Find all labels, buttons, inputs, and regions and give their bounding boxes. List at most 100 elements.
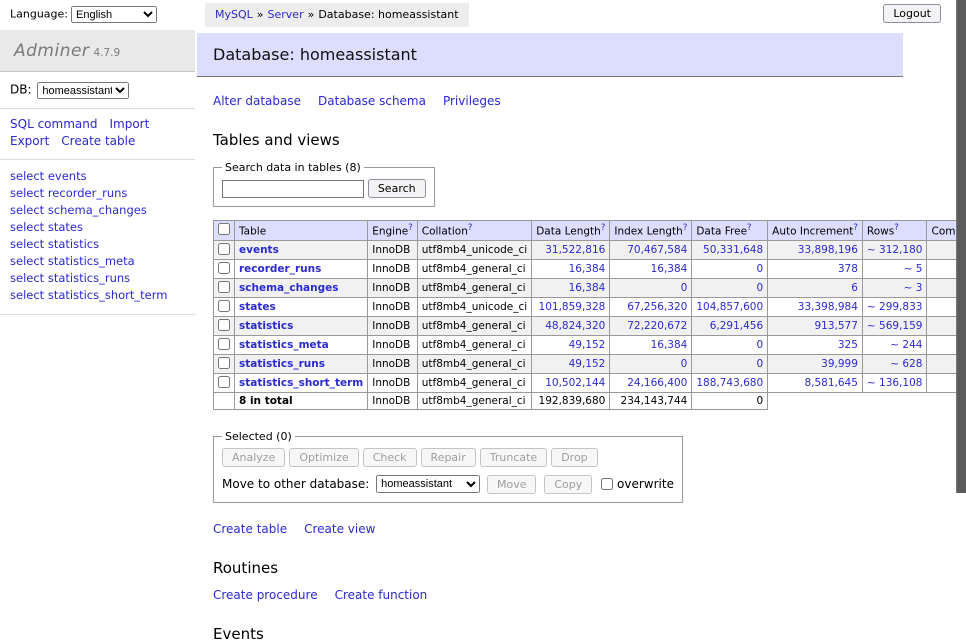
select-all-checkbox[interactable] [218, 223, 230, 235]
create-link[interactable]: Create view [304, 522, 375, 536]
sidebar-select-table-link[interactable]: select statistics_short_term [10, 287, 185, 304]
copy-button[interactable]: Copy [544, 475, 592, 494]
index-length-link[interactable]: 70,467,584 [627, 244, 687, 256]
database-action-link[interactable]: Alter database [213, 94, 301, 108]
column-help-link[interactable]: ? [894, 223, 899, 233]
row-checkbox[interactable] [218, 319, 230, 331]
data-length-link[interactable]: 49,152 [569, 358, 606, 370]
data-length-link[interactable]: 16,384 [569, 263, 606, 275]
search-button[interactable]: Search [368, 179, 426, 198]
column-help-link[interactable]: ? [408, 223, 413, 233]
table-name-link[interactable]: states [239, 301, 276, 313]
row-checkbox[interactable] [218, 243, 230, 255]
table-name-link[interactable]: statistics_runs [239, 358, 325, 370]
overwrite-checkbox[interactable] [601, 478, 613, 490]
row-checkbox[interactable] [218, 376, 230, 388]
data-length-link[interactable]: 48,824,320 [545, 320, 605, 332]
create-link[interactable]: Create table [213, 522, 287, 536]
breadcrumb-server-link[interactable]: Server [268, 8, 304, 21]
selected-action-button[interactable]: Truncate [480, 448, 547, 467]
column-help-link[interactable]: ? [853, 223, 858, 233]
overwrite-label[interactable]: overwrite [617, 477, 674, 491]
sidebar-select-table-link[interactable]: select statistics_runs [10, 270, 185, 287]
data-free-link[interactable]: 188,743,680 [696, 377, 763, 389]
auto-increment-link[interactable]: 325 [838, 339, 858, 351]
data-length-link[interactable]: 10,502,144 [545, 377, 605, 389]
table-name-link[interactable]: schema_changes [239, 282, 339, 294]
table-name-link[interactable]: statistics [239, 320, 293, 332]
sidebar-select-table-link[interactable]: select recorder_runs [10, 185, 185, 202]
sidebar-link[interactable]: SQL command [10, 116, 97, 133]
auto-increment-link[interactable]: 39,999 [821, 358, 858, 370]
selected-action-button[interactable]: Repair [421, 448, 476, 467]
index-length-link[interactable]: 24,166,400 [627, 377, 687, 389]
search-input[interactable] [222, 180, 364, 198]
sidebar-select-table-link[interactable]: select statistics_meta [10, 253, 185, 270]
routine-link[interactable]: Create procedure [213, 588, 318, 602]
rows-link[interactable]: ~ 569,159 [867, 320, 923, 332]
data-free-link[interactable]: 0 [756, 282, 763, 294]
index-length-link[interactable]: 16,384 [651, 339, 688, 351]
data-free-link[interactable]: 0 [756, 339, 763, 351]
selected-action-button[interactable]: Optimize [289, 448, 358, 467]
column-help-link[interactable]: ? [468, 223, 473, 233]
rows-link[interactable]: ~ 628 [890, 358, 922, 370]
db-select[interactable]: homeassistant [37, 82, 129, 99]
auto-increment-link[interactable]: 8,581,645 [804, 377, 857, 389]
table-name-link[interactable]: recorder_runs [239, 263, 321, 275]
auto-increment-link[interactable]: 33,898,196 [798, 244, 858, 256]
data-free-link[interactable]: 104,857,600 [696, 301, 763, 313]
rows-link[interactable]: ~ 244 [890, 339, 922, 351]
database-action-link[interactable]: Privileges [443, 94, 501, 108]
rows-link[interactable]: ~ 136,108 [867, 377, 923, 389]
move-database-select[interactable]: homeassistant [376, 475, 480, 493]
data-free-link[interactable]: 0 [756, 358, 763, 370]
row-checkbox[interactable] [218, 262, 230, 274]
index-length-link[interactable]: 72,220,672 [627, 320, 687, 332]
index-length-link[interactable]: 67,256,320 [627, 301, 687, 313]
auto-increment-link[interactable]: 913,577 [815, 320, 858, 332]
language-select[interactable]: English [71, 6, 157, 23]
data-length-link[interactable]: 101,859,328 [539, 301, 606, 313]
row-checkbox[interactable] [218, 281, 230, 293]
column-help-link[interactable]: ? [601, 223, 606, 233]
table-name-link[interactable]: statistics_short_term [239, 377, 363, 389]
move-button[interactable]: Move [487, 475, 537, 494]
sidebar-select-table-link[interactable]: select statistics [10, 236, 185, 253]
scrollbar-thumb[interactable] [956, 0, 966, 493]
rows-link[interactable]: ~ 3 [904, 282, 923, 294]
column-help-link[interactable]: ? [747, 223, 752, 233]
sidebar-select-table-link[interactable]: select events [10, 168, 185, 185]
sidebar-select-table-link[interactable]: select schema_changes [10, 202, 185, 219]
rows-link[interactable]: ~ 5 [904, 263, 923, 275]
selected-action-button[interactable]: Analyze [222, 448, 285, 467]
auto-increment-link[interactable]: 6 [851, 282, 858, 294]
data-free-link[interactable]: 0 [756, 263, 763, 275]
index-length-link[interactable]: 0 [681, 358, 688, 370]
sidebar-select-table-link[interactable]: select states [10, 219, 185, 236]
data-free-link[interactable]: 6,291,456 [710, 320, 763, 332]
row-checkbox[interactable] [218, 357, 230, 369]
selected-action-button[interactable]: Check [363, 448, 417, 467]
data-length-link[interactable]: 31,522,816 [545, 244, 605, 256]
data-length-link[interactable]: 49,152 [569, 339, 606, 351]
auto-increment-link[interactable]: 378 [838, 263, 858, 275]
sidebar-link[interactable]: Export [10, 133, 49, 150]
table-name-link[interactable]: statistics_meta [239, 339, 329, 351]
column-help-link[interactable]: ? [683, 223, 688, 233]
index-length-link[interactable]: 0 [681, 282, 688, 294]
selected-action-button[interactable]: Drop [551, 448, 597, 467]
rows-link[interactable]: ~ 312,180 [867, 244, 923, 256]
data-free-link[interactable]: 50,331,648 [703, 244, 763, 256]
index-length-link[interactable]: 16,384 [651, 263, 688, 275]
rows-link[interactable]: ~ 299,833 [867, 301, 923, 313]
sidebar-link[interactable]: Import [109, 116, 149, 133]
row-checkbox[interactable] [218, 338, 230, 350]
breadcrumb-server-type-link[interactable]: MySQL [215, 8, 253, 21]
data-length-link[interactable]: 16,384 [569, 282, 606, 294]
row-checkbox[interactable] [218, 300, 230, 312]
routine-link[interactable]: Create function [335, 588, 428, 602]
logout-button[interactable]: Logout [883, 4, 941, 23]
auto-increment-link[interactable]: 33,398,984 [798, 301, 858, 313]
sidebar-link[interactable]: Create table [61, 133, 135, 150]
